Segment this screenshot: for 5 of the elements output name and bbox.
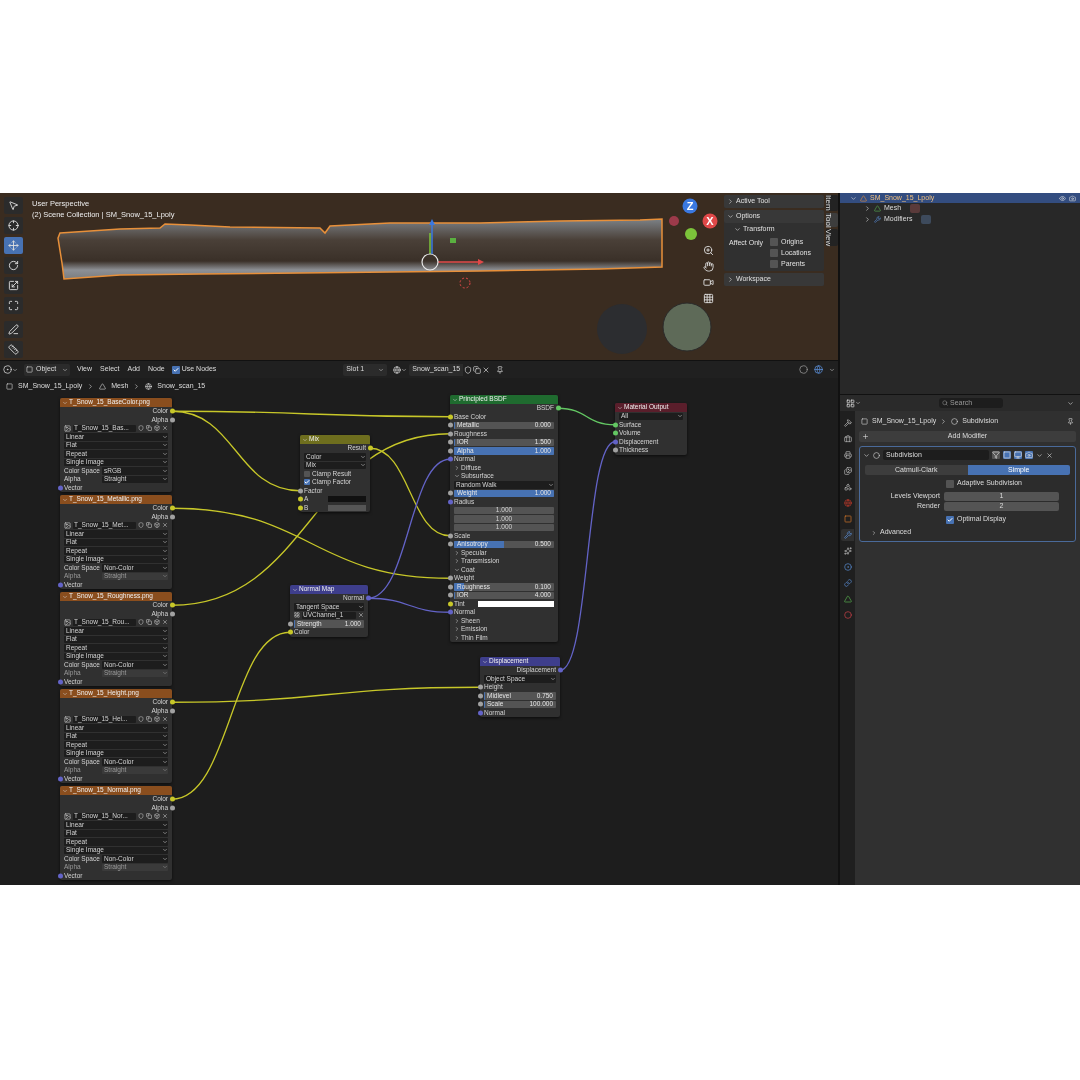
sidebar-tab[interactable]: Tool: [826, 212, 838, 228]
sidebar-tab[interactable]: View: [826, 229, 838, 247]
axis-handle[interactable]: Z: [682, 198, 698, 214]
sidebar-tab[interactable]: Item: [826, 195, 838, 211]
axis-handle[interactable]: X: [702, 213, 718, 229]
